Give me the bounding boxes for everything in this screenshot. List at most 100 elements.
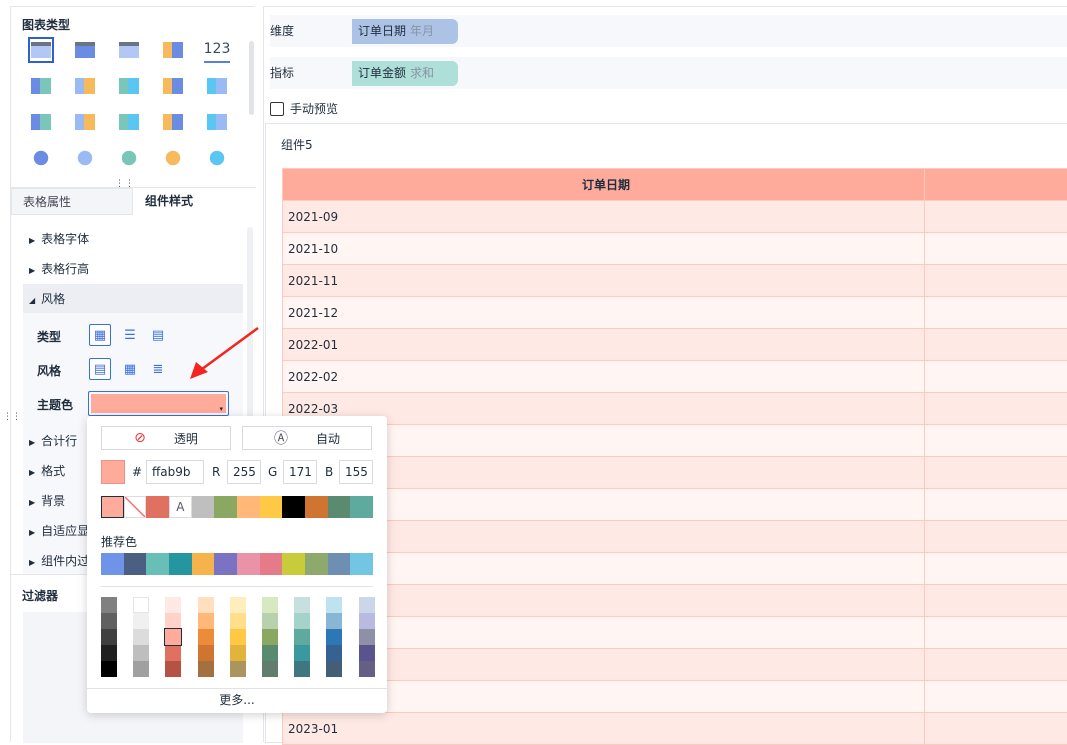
accordion-item[interactable]: ▶格式 (29, 461, 65, 481)
metric-pill[interactable]: 订单金额求和 (352, 61, 458, 86)
manual-preview-checkbox[interactable]: 手动预览 (270, 100, 338, 117)
palette-color-swatch[interactable] (230, 661, 246, 677)
type-cross-icon[interactable]: ▦ (89, 324, 111, 346)
palette-color-swatch[interactable] (326, 597, 342, 613)
g-input[interactable]: 171 (283, 460, 317, 484)
palette-color-swatch[interactable] (262, 645, 278, 661)
palette-color-swatch[interactable] (101, 645, 117, 661)
recent-color-swatch[interactable] (260, 496, 283, 518)
hex-input[interactable]: ffab9b (146, 460, 204, 484)
recommended-color-swatch[interactable] (260, 553, 283, 575)
accordion-item[interactable]: ▶背景 (29, 491, 65, 511)
chart-type-kpi-card-icon[interactable] (160, 37, 186, 63)
palette-color-swatch[interactable] (198, 629, 214, 645)
b-input[interactable]: 155 (339, 460, 373, 484)
palette-color-swatch[interactable] (262, 629, 278, 645)
style-lines-icon[interactable]: ≣ (147, 358, 169, 380)
chart-type-table-group-icon[interactable] (116, 37, 142, 63)
recent-color-swatch[interactable]: A (169, 496, 192, 518)
palette-color-swatch[interactable] (230, 597, 246, 613)
accordion-item[interactable]: ▶组件内过 (29, 551, 89, 571)
chart-type-grouped-bar-icon[interactable] (72, 73, 98, 99)
palette-color-swatch[interactable] (101, 661, 117, 677)
column-header-metric[interactable] (925, 169, 1067, 201)
palette-color-swatch[interactable] (359, 661, 375, 677)
palette-color-swatch[interactable] (165, 597, 181, 613)
palette-color-swatch[interactable] (165, 629, 181, 645)
accordion-item[interactable]: ▶自适应显 (29, 521, 89, 541)
recent-color-swatch[interactable] (146, 496, 169, 518)
palette-color-swatch[interactable] (198, 661, 214, 677)
recommended-color-swatch[interactable] (146, 553, 169, 575)
accordion-item[interactable]: ▶合计行 (29, 431, 77, 451)
recommended-color-swatch[interactable] (305, 553, 328, 575)
palette-color-swatch[interactable] (165, 645, 181, 661)
palette-color-swatch[interactable] (101, 629, 117, 645)
palette-color-swatch[interactable] (165, 661, 181, 677)
chart-type-ring-icon[interactable] (116, 145, 142, 171)
theme-color-select[interactable]: ▾ (88, 391, 229, 416)
palette-color-swatch[interactable] (230, 613, 246, 629)
palette-color-swatch[interactable] (359, 645, 375, 661)
palette-color-swatch[interactable] (359, 613, 375, 629)
chart-type-bar-horizontal-icon[interactable] (160, 73, 186, 99)
recent-color-swatch[interactable] (237, 496, 260, 518)
chart-type-multi-bar-icon[interactable] (116, 73, 142, 99)
recommended-color-swatch[interactable] (101, 553, 124, 575)
chart-type-waterfall-icon[interactable] (204, 73, 230, 99)
chart-type-stacked-bar-icon[interactable] (28, 73, 54, 99)
tab-component-style[interactable]: 组件样式 (145, 188, 193, 215)
chart-type-scrollbar[interactable] (249, 41, 254, 115)
recent-color-swatch[interactable] (192, 496, 215, 518)
style-striped-icon[interactable]: ▤ (89, 358, 111, 380)
palette-color-swatch[interactable] (133, 597, 149, 613)
palette-color-swatch[interactable] (198, 613, 214, 629)
palette-color-swatch[interactable] (165, 613, 181, 629)
palette-color-swatch[interactable] (198, 597, 214, 613)
recommended-color-swatch[interactable] (282, 553, 305, 575)
tab-table-properties[interactable]: 表格属性 (11, 188, 133, 215)
r-input[interactable]: 255 (227, 460, 261, 484)
accordion-item[interactable]: ▶表格行高 (29, 259, 89, 279)
chart-type-multi-pie-icon[interactable] (72, 145, 98, 171)
palette-color-swatch[interactable] (294, 661, 310, 677)
recommended-color-swatch[interactable] (237, 553, 260, 575)
chart-type-number-123-icon[interactable]: 123 (204, 37, 230, 63)
chart-type-line-icon[interactable] (72, 109, 98, 135)
recent-color-swatch[interactable] (124, 496, 147, 518)
more-colors-button[interactable]: 更多... (87, 691, 387, 708)
palette-color-swatch[interactable] (294, 629, 310, 645)
accordion-item[interactable]: ▶表格字体 (29, 229, 89, 249)
palette-color-swatch[interactable] (326, 613, 342, 629)
palette-color-swatch[interactable] (230, 645, 246, 661)
recommended-color-swatch[interactable] (169, 553, 192, 575)
chart-type-table-detail-icon[interactable] (28, 37, 54, 63)
type-group-icon[interactable]: ▤ (147, 324, 169, 346)
auto-button[interactable]: Ⓐ自动 (242, 426, 372, 450)
palette-color-swatch[interactable] (101, 597, 117, 613)
column-header-order-date[interactable]: 订单日期 (283, 169, 925, 201)
dimension-pill[interactable]: 订单日期年月 (352, 19, 458, 44)
palette-color-swatch[interactable] (230, 629, 246, 645)
chart-type-area-icon[interactable] (160, 109, 186, 135)
palette-color-swatch[interactable] (262, 597, 278, 613)
recommended-color-swatch[interactable] (328, 553, 351, 575)
panel-resize-icon[interactable]: ⋮⋮ (3, 412, 21, 422)
chart-type-gauge-icon[interactable] (204, 109, 230, 135)
chart-type-scatter-icon[interactable] (160, 145, 186, 171)
palette-color-swatch[interactable] (359, 597, 375, 613)
recent-color-swatch[interactable] (282, 496, 305, 518)
palette-color-swatch[interactable] (294, 645, 310, 661)
recent-color-swatch[interactable] (214, 496, 237, 518)
recent-color-swatch[interactable] (350, 496, 373, 518)
recommended-color-swatch[interactable] (214, 553, 237, 575)
palette-color-swatch[interactable] (326, 629, 342, 645)
transparent-button[interactable]: ⊘透明 (101, 426, 231, 450)
palette-color-swatch[interactable] (133, 661, 149, 677)
palette-color-swatch[interactable] (262, 613, 278, 629)
style-grid-icon[interactable]: ▦ (119, 358, 141, 380)
recent-color-swatch[interactable] (305, 496, 328, 518)
palette-color-swatch[interactable] (133, 629, 149, 645)
chart-type-area-line-icon[interactable] (28, 109, 54, 135)
palette-color-swatch[interactable] (326, 645, 342, 661)
